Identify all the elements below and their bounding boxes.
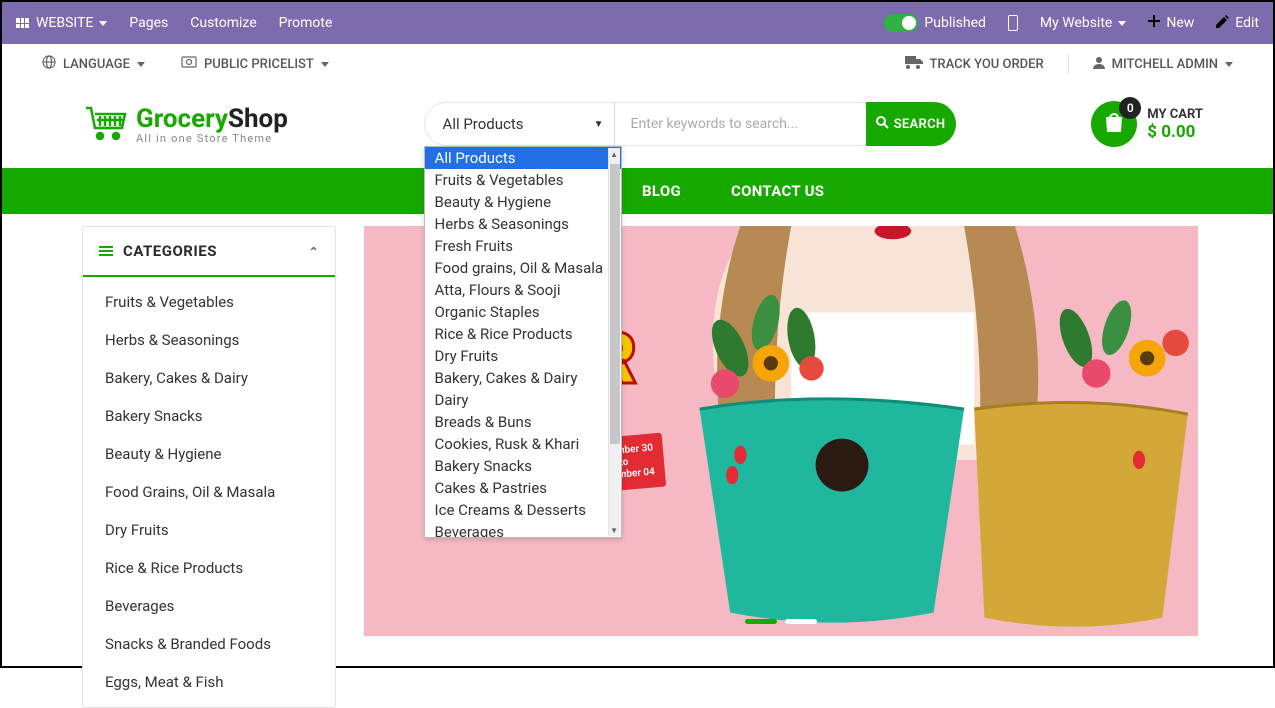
category-item[interactable]: Beverages — [83, 587, 335, 625]
categories-header[interactable]: CATEGORIES ⌄ — [83, 227, 335, 277]
menu-icon — [99, 246, 113, 256]
dropdown-option[interactable]: Dairy — [425, 389, 621, 411]
category-item[interactable]: Rice & Rice Products — [83, 549, 335, 587]
dropdown-option[interactable]: Atta, Flours & Sooji — [425, 279, 621, 301]
search-icon — [876, 116, 889, 133]
categories-sidebar: CATEGORIES ⌄ Fruits & VegetablesHerbs & … — [82, 226, 336, 708]
category-item[interactable]: Eggs, Meat & Fish — [83, 663, 335, 701]
dropdown-option[interactable]: Cookies, Rusk & Khari — [425, 433, 621, 455]
search-category-select[interactable]: All Products ▼ — [424, 102, 614, 146]
search-input[interactable] — [614, 102, 866, 146]
chevron-down-icon — [99, 21, 107, 26]
chevron-down-icon: ▼ — [594, 119, 604, 130]
category-item[interactable]: Beauty & Hygiene — [83, 435, 335, 473]
dropdown-option[interactable]: Fruits & Vegetables — [425, 169, 621, 191]
grid-icon — [16, 18, 30, 28]
website-label: WEBSITE — [36, 15, 93, 31]
track-order-link[interactable]: TRACK YOU ORDER — [905, 56, 1044, 73]
search-button[interactable]: SEARCH — [866, 102, 956, 146]
category-item[interactable]: Bakery Snacks — [83, 397, 335, 435]
cart-button[interactable]: 0 — [1091, 101, 1137, 147]
scroll-up-icon[interactable]: ▲ — [609, 148, 620, 160]
dropdown-option[interactable]: Herbs & Seasonings — [425, 213, 621, 235]
category-dropdown: All ProductsFruits & VegetablesBeauty & … — [424, 146, 622, 538]
dropdown-option[interactable]: Cakes & Pastries — [425, 477, 621, 499]
dropdown-option[interactable]: Beverages — [425, 521, 621, 538]
dropdown-option[interactable]: Ice Creams & Desserts — [425, 499, 621, 521]
dropdown-option[interactable]: Breads & Buns — [425, 411, 621, 433]
dropdown-option[interactable]: Rice & Rice Products — [425, 323, 621, 345]
dropdown-option[interactable]: Beauty & Hygiene — [425, 191, 621, 213]
promote-link[interactable]: Promote — [279, 15, 333, 31]
logo-cart-icon — [82, 98, 130, 150]
user-icon — [1093, 56, 1105, 73]
website-menu[interactable]: WEBSITE — [16, 15, 107, 31]
dropdown-option[interactable]: Bakery Snacks — [425, 455, 621, 477]
cart-label: MY CART — [1147, 107, 1203, 122]
toggle-icon — [884, 14, 918, 32]
dropdown-scrollbar[interactable]: ▲ ▼ — [608, 148, 620, 536]
carousel-indicator[interactable] — [785, 619, 817, 624]
category-item[interactable]: Dry Fruits — [83, 511, 335, 549]
logo-subtitle: All in one Store Theme — [136, 132, 288, 145]
pricelist-icon — [181, 56, 197, 72]
my-website-menu[interactable]: My Website — [1040, 15, 1126, 31]
globe-icon — [42, 55, 56, 73]
edit-button[interactable]: Edit — [1216, 15, 1259, 32]
language-select[interactable]: LANGUAGE — [42, 55, 145, 73]
dropdown-option[interactable]: Dry Fruits — [425, 345, 621, 367]
mobile-preview[interactable] — [1008, 15, 1018, 31]
nav-blog[interactable]: BLOG — [642, 182, 681, 200]
scroll-down-icon[interactable]: ▼ — [609, 524, 620, 536]
pricelist-select[interactable]: PUBLIC PRICELIST — [181, 56, 329, 72]
category-item[interactable]: Bakery, Cakes & Dairy — [83, 359, 335, 397]
carousel-indicator[interactable] — [745, 619, 777, 624]
new-button[interactable]: New — [1148, 15, 1194, 31]
chevron-down-icon — [321, 62, 329, 67]
dropdown-option[interactable]: Bakery, Cakes & Dairy — [425, 367, 621, 389]
cart-badge: 0 — [1119, 97, 1141, 119]
phone-icon — [1008, 15, 1018, 31]
chevron-down-icon — [1225, 62, 1233, 67]
pages-link[interactable]: Pages — [129, 15, 168, 31]
category-item[interactable]: Food Grains, Oil & Masala — [83, 473, 335, 511]
published-toggle[interactable]: Published — [884, 14, 985, 32]
truck-icon — [905, 56, 923, 73]
category-item[interactable]: Herbs & Seasonings — [83, 321, 335, 359]
chevron-down-icon — [137, 62, 145, 67]
dropdown-option[interactable]: All Products — [425, 147, 621, 169]
chevron-down-icon — [1118, 21, 1126, 26]
logo-title: GroceryShop — [136, 104, 288, 134]
dropdown-option[interactable]: Fresh Fruits — [425, 235, 621, 257]
scroll-thumb[interactable] — [610, 164, 620, 444]
divider — [1068, 55, 1069, 73]
dropdown-option[interactable]: Food grains, Oil & Masala — [425, 257, 621, 279]
nav-contact[interactable]: CONTACT US — [731, 182, 824, 200]
chevron-down-icon: ⌄ — [308, 244, 319, 258]
customize-link[interactable]: Customize — [190, 15, 256, 31]
category-item[interactable]: Snacks & Branded Foods — [83, 625, 335, 663]
site-logo[interactable]: GroceryShop All in one Store Theme — [82, 98, 288, 150]
dropdown-option[interactable]: Organic Staples — [425, 301, 621, 323]
category-item[interactable]: Fruits & Vegetables — [83, 283, 335, 321]
pencil-icon — [1216, 15, 1229, 32]
plus-icon — [1148, 15, 1160, 31]
cart-amount: $ 0.00 — [1147, 122, 1203, 142]
user-menu[interactable]: MITCHELL ADMIN — [1093, 56, 1233, 73]
